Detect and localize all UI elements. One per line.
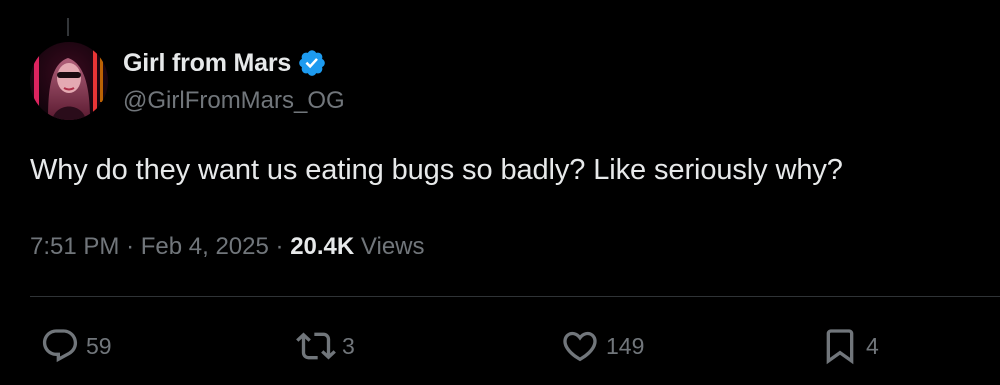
tweet-time[interactable]: 7:51 PM [30,233,119,260]
reply-icon [42,329,78,363]
reply-button[interactable]: 59 [40,326,112,366]
tweet-metadata: 7:51 PM · Feb 4, 2025 · 20.4K Views [30,230,425,264]
divider [30,296,1000,297]
author-name-row: Girl from Mars [123,46,345,80]
author-handle[interactable]: @GirlFromMars_OG [123,87,345,115]
like-button[interactable]: 149 [560,326,644,366]
thread-connector-line [67,18,69,36]
tweet-action-bar: 59 3 149 4 [0,326,1000,366]
retweet-button[interactable]: 3 [296,326,355,366]
heart-icon [563,331,597,362]
meta-separator: · [126,233,135,260]
tweet-date[interactable]: Feb 4, 2025 [141,233,269,260]
retweet-icon [296,332,336,360]
bookmark-count: 4 [866,332,879,359]
meta-separator: · [275,233,284,260]
profile-photo-icon [30,42,108,120]
views-count: 20.4K [290,233,355,260]
avatar[interactable] [30,42,108,120]
bookmark-button[interactable]: 4 [820,326,879,366]
views-label: Views [360,233,425,260]
author-display-name[interactable]: Girl from Mars [123,49,291,78]
tweet-text: Why do they want us eating bugs so badly… [30,154,843,186]
retweet-count: 3 [342,332,355,359]
verified-badge-icon[interactable] [297,48,327,78]
reply-count: 59 [86,332,112,359]
tweet-header: Girl from Mars @GirlFromMars_OG [123,46,345,115]
like-count: 149 [606,332,645,359]
bookmark-icon [826,329,854,365]
